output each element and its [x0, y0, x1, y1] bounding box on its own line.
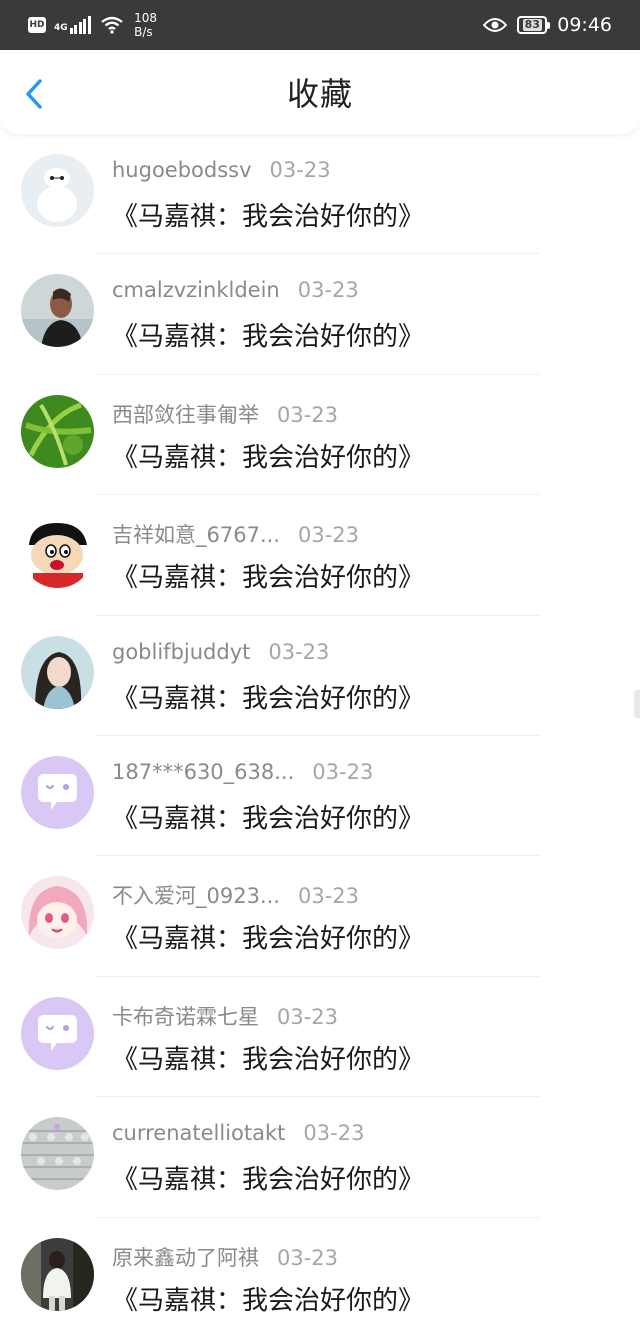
leaves-avatar-icon — [21, 394, 94, 468]
item-title[interactable]: 《马嘉祺：我会治好你的》 — [112, 557, 424, 594]
item-title[interactable]: 《马嘉祺：我会治好你的》 — [112, 1159, 424, 1196]
list-item[interactable]: 西部敛往事匍举 03-23 《马嘉祺：我会治好你的》 — [0, 375, 640, 496]
item-title[interactable]: 《马嘉祺：我会治好你的》 — [112, 196, 424, 233]
item-meta: 187***630_638... 03-23 — [112, 760, 373, 784]
anime-avatar-icon — [21, 876, 94, 950]
date: 03-23 — [297, 523, 360, 548]
cartoon-avatar-icon — [21, 515, 94, 589]
page-title: 收藏 — [286, 75, 353, 113]
avatar[interactable] — [21, 394, 94, 468]
item-title[interactable]: 《马嘉祺：我会治好你的》 — [112, 1280, 424, 1317]
username[interactable]: goblifbjuddyt — [112, 640, 250, 664]
list-item[interactable]: goblifbjuddyt 03-23 《马嘉祺：我会治好你的》 — [0, 616, 640, 736]
avatar[interactable] — [21, 996, 94, 1070]
hd-icon: HD — [28, 17, 46, 33]
battery-level: 83 — [522, 18, 542, 31]
chat-bubble-icon — [21, 996, 94, 1070]
person-avatar-icon — [21, 274, 94, 348]
scrollbar[interactable] — [634, 690, 640, 718]
avatar[interactable] — [21, 1117, 94, 1191]
date: 03-23 — [269, 158, 331, 182]
date: 03-23 — [277, 402, 339, 427]
list-item[interactable]: hugoebodssv 03-23 《马嘉祺：我会治好你的》 — [0, 134, 640, 255]
list-item[interactable]: 原来鑫动了阿祺 03-23 《马嘉祺：我会治好你的》 — [0, 1218, 640, 1338]
list-item[interactable]: 不入爱河_0923... 03-23 《马嘉祺：我会治好你的》 — [0, 856, 640, 977]
item-meta: hugoebodssv 03-23 — [112, 158, 331, 182]
item-meta: 吉祥如意_6767... 03-23 — [112, 519, 359, 549]
username[interactable]: currenatelliotakt — [112, 1121, 285, 1145]
item-title[interactable]: 《马嘉祺：我会治好你的》 — [112, 316, 424, 353]
username[interactable]: 原来鑫动了阿祺 — [112, 1242, 259, 1272]
list-item[interactable]: cmalzvzinkldein 03-23 《马嘉祺：我会治好你的》 — [0, 254, 640, 375]
date: 03-23 — [312, 759, 374, 784]
username[interactable]: 不入爱河_0923... — [112, 880, 280, 910]
eye-comfort-icon — [483, 18, 508, 32]
item-title[interactable]: 《马嘉祺：我会治好你的》 — [112, 798, 424, 835]
username[interactable]: hugoebodssv — [112, 158, 252, 182]
date: 03-23 — [303, 1121, 365, 1146]
item-meta: 西部敛往事匍举 03-23 — [112, 399, 338, 429]
date: 03-23 — [297, 884, 360, 909]
item-title[interactable]: 《马嘉祺：我会治好你的》 — [112, 1039, 424, 1076]
list-item[interactable]: 吉祥如意_6767... 03-23 《马嘉祺：我会治好你的》 — [0, 495, 640, 616]
item-meta: 原来鑫动了阿祺 03-23 — [112, 1242, 338, 1272]
speed-unit: B/s — [134, 25, 153, 39]
status-right: 83 09:46 — [483, 14, 612, 36]
item-meta: cmalzvzinkldein 03-23 — [112, 278, 359, 302]
signal-icon — [69, 16, 93, 34]
avatar[interactable] — [21, 876, 94, 950]
chevron-left-icon — [26, 79, 42, 109]
speed-value: 108 — [134, 11, 158, 25]
item-meta: 卡布奇诺霖七星 03-23 — [112, 1001, 338, 1031]
username[interactable]: cmalzvzinkldein — [112, 278, 280, 302]
avatar[interactable] — [21, 154, 94, 227]
list-item[interactable]: 187***630_638... 03-23 《马嘉祺：我会治好你的》 — [0, 736, 640, 857]
knit-avatar-icon — [21, 1117, 94, 1191]
list-item[interactable]: 卡布奇诺霖七星 03-23 《马嘉祺：我会治好你的》 — [0, 977, 640, 1098]
username[interactable]: 西部敛往事匍举 — [112, 399, 259, 429]
avatar[interactable] — [21, 755, 94, 829]
girl-avatar-icon — [21, 635, 94, 709]
robot-avatar-icon — [21, 154, 94, 227]
avatar[interactable] — [21, 1237, 94, 1311]
network-speed: 108 B/s — [134, 11, 157, 39]
item-title[interactable]: 《马嘉祺：我会治好你的》 — [112, 918, 424, 955]
item-title[interactable]: 《马嘉祺：我会治好你的》 — [112, 678, 424, 715]
item-meta: 不入爱河_0923... 03-23 — [112, 880, 359, 910]
avatar[interactable] — [21, 274, 94, 348]
favorites-list: hugoebodssv 03-23 《马嘉祺：我会治好你的》 cmalzvzin… — [0, 134, 640, 1338]
item-title[interactable]: 《马嘉祺：我会治好你的》 — [112, 437, 424, 474]
nav-header: 收藏 — [0, 50, 640, 134]
street-avatar-icon — [21, 1237, 94, 1311]
wifi-icon — [101, 16, 123, 34]
status-left: HD 4G 108 B/s — [28, 11, 157, 39]
network-type: 4G — [54, 23, 68, 33]
date: 03-23 — [297, 278, 359, 303]
list-item[interactable]: currenatelliotakt 03-23 《马嘉祺：我会治好你的》 — [0, 1097, 640, 1218]
back-button[interactable] — [18, 78, 50, 110]
username[interactable]: 187***630_638... — [112, 760, 294, 784]
avatar[interactable] — [21, 635, 94, 709]
username[interactable]: 卡布奇诺霖七星 — [112, 1001, 259, 1031]
avatar[interactable] — [21, 515, 94, 589]
chat-bubble-icon — [21, 755, 94, 829]
battery-icon: 83 — [517, 16, 551, 34]
clock: 09:46 — [557, 14, 612, 36]
date: 03-23 — [268, 639, 330, 664]
status-bar: HD 4G 108 B/s 83 09:46 — [0, 0, 640, 50]
item-meta: currenatelliotakt 03-23 — [112, 1121, 364, 1145]
item-meta: goblifbjuddyt 03-23 — [112, 640, 329, 664]
date: 03-23 — [277, 1245, 339, 1270]
date: 03-23 — [277, 1004, 339, 1029]
username[interactable]: 吉祥如意_6767... — [112, 519, 280, 549]
